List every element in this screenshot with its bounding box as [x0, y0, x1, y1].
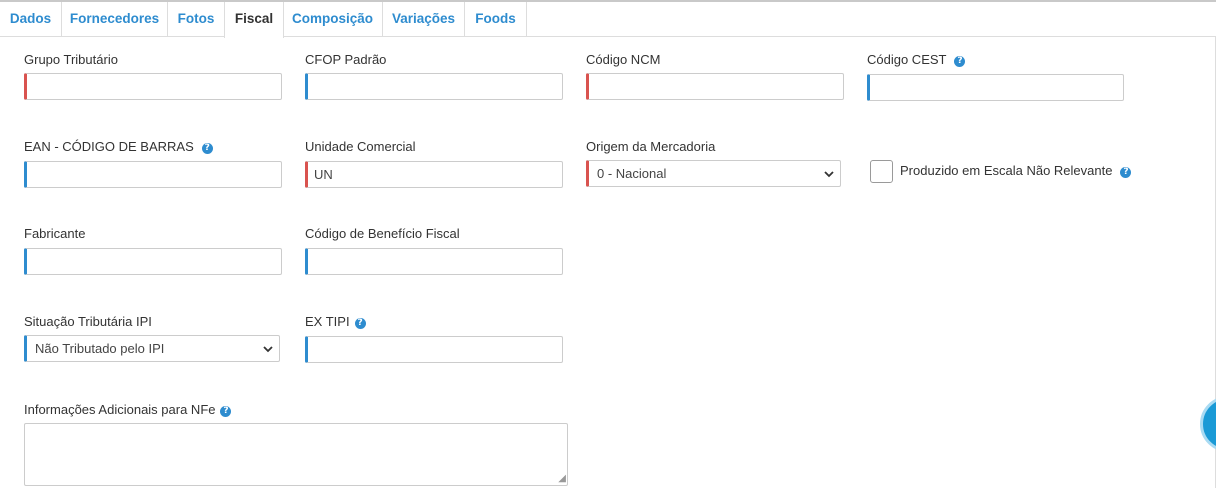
origem-mercadoria-value: 0 - Nacional	[597, 166, 667, 181]
tab-fornecedores[interactable]: Fornecedores	[62, 2, 168, 37]
grupo-tributario-input[interactable]	[24, 73, 282, 100]
chevron-down-icon	[263, 336, 273, 361]
question-circle-icon[interactable]: ?	[354, 318, 366, 329]
cfop-padrao-input[interactable]	[305, 73, 563, 100]
tab-composicao[interactable]: Composição	[283, 2, 383, 37]
question-circle-icon[interactable]: ?	[201, 143, 213, 154]
situacao-ipi-select[interactable]: Não Tributado pelo IPI	[24, 335, 280, 362]
chevron-down-icon	[824, 161, 834, 186]
ex-tipi-label: EX TIPI?	[305, 314, 366, 329]
question-circle-icon[interactable]: ?	[220, 406, 232, 417]
situacao-ipi-label: Situação Tributária IPI	[24, 314, 152, 329]
produzido-escala-label-text: Produzido em Escala Não Relevante	[900, 163, 1113, 178]
cfop-padrao-label: CFOP Padrão	[305, 52, 387, 67]
tab-foods[interactable]: Foods	[465, 2, 527, 37]
question-circle-icon[interactable]: ?	[954, 56, 966, 67]
fabricante-input[interactable]	[24, 248, 282, 275]
ex-tipi-input[interactable]	[305, 336, 563, 363]
produzido-escala-label: Produzido em Escala Não Relevante?	[900, 163, 1132, 178]
info-adicionais-label-text: Informações Adicionais para NFe	[24, 402, 216, 417]
question-circle-icon[interactable]: ?	[1120, 167, 1132, 178]
codigo-cest-label: Código CEST?	[867, 52, 966, 67]
produzido-escala-checkbox[interactable]	[870, 160, 893, 183]
unidade-comercial-label: Unidade Comercial	[305, 139, 416, 154]
info-adicionais-label: Informações Adicionais para NFe?	[24, 402, 232, 417]
grupo-tributario-label: Grupo Tributário	[24, 52, 118, 67]
tab-bar: Dados Fornecedores Fotos Fiscal Composiç…	[0, 2, 1216, 38]
info-adicionais-textarea[interactable]: ◢	[24, 423, 568, 486]
floating-action-button[interactable]	[1200, 396, 1216, 452]
codigo-beneficio-label: Código de Benefício Fiscal	[305, 226, 460, 241]
tab-dados[interactable]: Dados	[0, 2, 62, 37]
ean-label-text: EAN - CÓDIGO DE BARRAS	[24, 139, 194, 154]
unidade-comercial-input[interactable]	[305, 161, 563, 188]
codigo-ncm-label: Código NCM	[586, 52, 661, 67]
ex-tipi-label-text: EX TIPI	[305, 314, 350, 329]
origem-mercadoria-select[interactable]: 0 - Nacional	[586, 160, 841, 187]
situacao-ipi-value: Não Tributado pelo IPI	[35, 341, 165, 356]
tab-fiscal[interactable]: Fiscal	[224, 2, 284, 38]
codigo-cest-label-text: Código CEST	[867, 52, 947, 67]
fabricante-label: Fabricante	[24, 226, 86, 241]
resize-grip-icon[interactable]: ◢	[558, 474, 566, 484]
codigo-cest-input[interactable]	[867, 74, 1124, 101]
ean-label: EAN - CÓDIGO DE BARRAS?	[24, 139, 213, 154]
tab-variacoes[interactable]: Variações	[383, 2, 465, 37]
origem-mercadoria-label: Origem da Mercadoria	[586, 139, 716, 154]
ean-input[interactable]	[24, 161, 282, 188]
tab-fotos[interactable]: Fotos	[168, 2, 225, 37]
codigo-beneficio-input[interactable]	[305, 248, 563, 275]
codigo-ncm-input[interactable]	[586, 73, 844, 100]
